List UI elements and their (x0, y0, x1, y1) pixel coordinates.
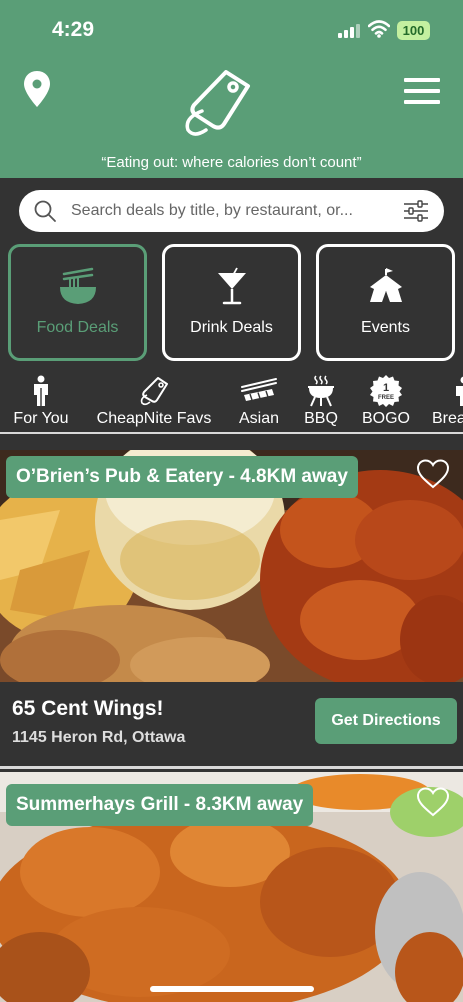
restaurant-distance-label[interactable]: Summerhays Grill - 8.3KM away (6, 784, 314, 826)
filter-label: For You (13, 410, 69, 427)
favorite-heart-icon[interactable] (416, 787, 450, 817)
get-directions-button[interactable]: Get Directions (315, 698, 457, 744)
filter-label: Asian (238, 410, 280, 427)
cocktail-icon (217, 267, 246, 305)
breakfast-icon (456, 376, 463, 406)
bogo-badge-icon: 1 FREE (370, 375, 402, 407)
bogo-badge-text: FREE (378, 395, 394, 401)
search-icon (34, 200, 56, 222)
price-tag-icon (185, 70, 250, 136)
filter-label: CheapNite Favs (96, 410, 212, 427)
deal-info-panel: 65 Cent Wings! 1145 Heron Rd, Ottawa Get… (0, 682, 463, 766)
deal-title: 65 Cent Wings! (12, 697, 164, 720)
filter-sliders-icon[interactable] (403, 200, 429, 222)
bogo-badge-number: 1 (383, 382, 389, 394)
category-events[interactable]: Events (316, 244, 455, 361)
search-input[interactable] (71, 196, 391, 226)
category-label: Food Deals (36, 319, 119, 336)
tagline: “Eating out: where calories don’t count” (101, 154, 362, 171)
tag-icon (140, 377, 168, 406)
filter-label: BOGO (361, 410, 410, 427)
status-bar: 4:29 100 (0, 0, 463, 60)
filter-bogo[interactable]: 1 FREE BOGO (358, 374, 414, 430)
person-icon (34, 375, 48, 406)
category-label: Drink Deals (190, 319, 273, 336)
map-pin-icon[interactable] (22, 70, 52, 108)
hamburger-menu-icon[interactable] (404, 77, 440, 105)
filter-cheapnite-favs[interactable]: CheapNite Favs (90, 374, 218, 430)
filter-for-you[interactable]: For You (5, 374, 77, 430)
home-indicator[interactable] (150, 986, 314, 992)
category-drink-deals[interactable]: Drink Deals (162, 244, 301, 361)
noodle-bowl-icon (59, 267, 96, 304)
deal-address: 1145 Heron Rd, Ottawa (12, 729, 186, 746)
filter-chips-row: For You CheapNite Favs Asian BBQ 1 FREE … (0, 374, 463, 430)
restaurant-distance-label[interactable]: O’Brien’s Pub & Eatery - 4.8KM away (6, 456, 358, 498)
cellular-signal-icon (338, 24, 360, 38)
grill-icon (308, 375, 334, 407)
wifi-icon (368, 20, 390, 38)
circus-tent-icon (369, 268, 402, 302)
category-label: Events (361, 319, 410, 336)
battery-indicator: 100 (397, 21, 430, 40)
filter-bbq[interactable]: BBQ (298, 374, 344, 430)
filter-breakfast[interactable]: Brea (432, 374, 463, 430)
favorite-heart-icon[interactable] (416, 459, 450, 489)
filter-label: BBQ (304, 410, 338, 427)
filter-label: Brea (432, 410, 463, 427)
app-header: 4:29 100 “Eating out: where calories don… (0, 0, 463, 178)
category-food-deals[interactable]: Food Deals (8, 244, 147, 361)
search-bar[interactable] (19, 190, 444, 232)
status-time: 4:29 (52, 18, 95, 41)
section-divider (0, 432, 463, 434)
sushi-chopsticks-icon (241, 378, 277, 401)
section-divider (0, 766, 463, 769)
filter-asian[interactable]: Asian (232, 374, 286, 430)
